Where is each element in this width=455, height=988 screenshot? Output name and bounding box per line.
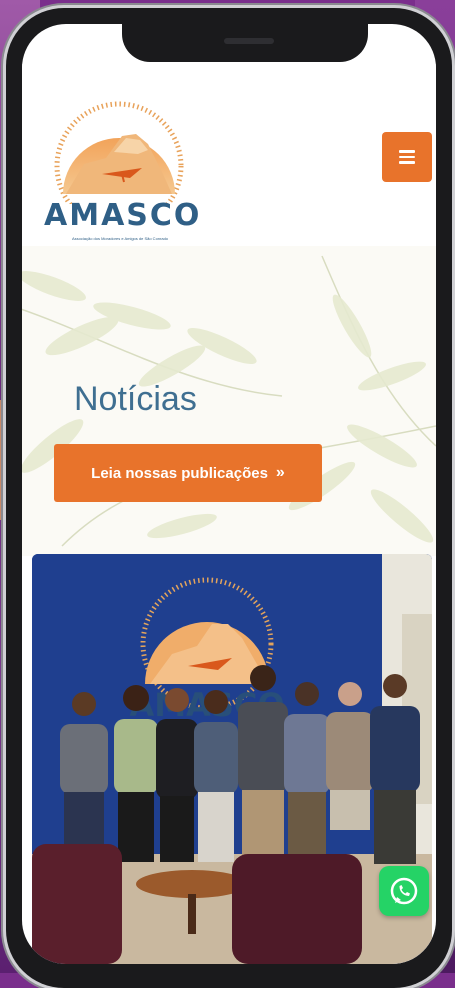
read-publications-button[interactable]: Leia nossas publicações » [54, 444, 322, 502]
logo-emblem [54, 101, 184, 204]
phone-screen: AMASCO Associação dos Moradores e Amigos… [22, 24, 436, 964]
logo-text: AMASCO [44, 198, 202, 233]
logo-subtitle: Associação dos Moradores e Amigos de São… [71, 236, 169, 241]
read-publications-label: Leia nossas publicações [91, 464, 268, 482]
whatsapp-button[interactable] [379, 866, 429, 916]
notch-speaker [224, 38, 274, 44]
hamburger-icon [399, 150, 415, 164]
site-logo[interactable]: AMASCO Associação dos Moradores e Amigos… [44, 94, 204, 244]
menu-button[interactable] [382, 132, 432, 182]
phone-notch [122, 24, 368, 62]
news-hero: Notícias Leia nossas publicações » [22, 246, 436, 556]
double-chevron-right-icon: » [275, 464, 285, 481]
site-header: AMASCO Associação dos Moradores e Amigos… [22, 64, 436, 241]
team-photo-illustration: AMASCO [32, 554, 432, 964]
page-title: Notícias [74, 380, 197, 418]
team-photo: AMASCO [32, 554, 432, 964]
phone-frame: AMASCO Associação dos Moradores e Amigos… [6, 8, 452, 988]
whatsapp-icon [390, 877, 418, 905]
